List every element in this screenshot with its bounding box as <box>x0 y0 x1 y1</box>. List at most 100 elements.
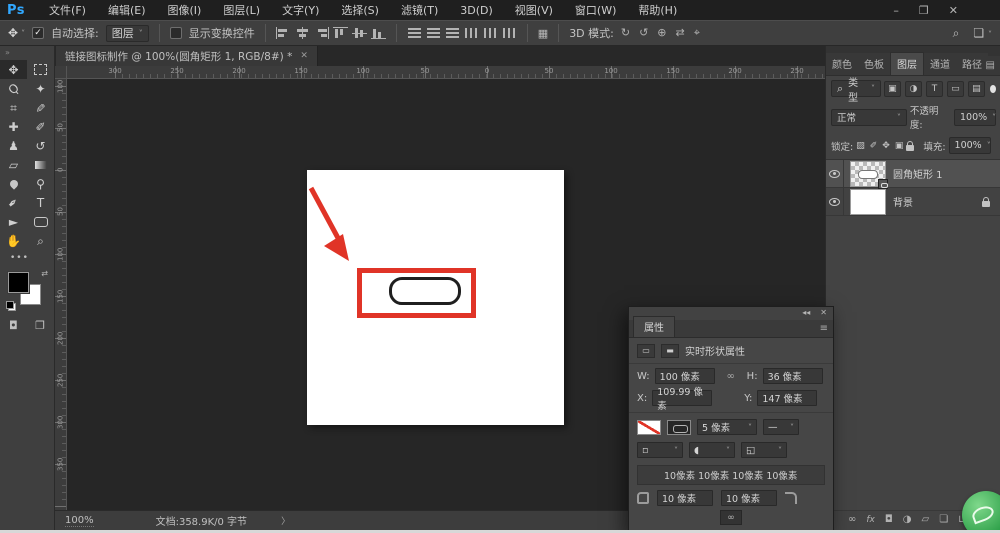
layer-thumbnail[interactable] <box>850 189 886 215</box>
filter-type-layers-icon[interactable]: T <box>926 81 943 97</box>
menu-item[interactable]: 文件(F) <box>38 2 97 18</box>
magic-wand-tool[interactable]: ✦ <box>27 79 54 98</box>
crop-tool[interactable]: ⌗ <box>0 98 27 117</box>
restore-button[interactable]: ❐ <box>919 4 929 17</box>
new-layer-icon[interactable]: ❏ <box>939 514 948 525</box>
move-tool-preset[interactable]: ✥ ˅ <box>8 26 25 40</box>
tab-properties[interactable]: 属性 <box>633 316 675 337</box>
top-right-radius-field[interactable]: 10 像素 <box>721 490 777 506</box>
lock-transparency-icon[interactable]: ▨ <box>856 141 865 151</box>
layer-name[interactable]: 背景 <box>893 194 982 209</box>
stroke-width-dropdown[interactable]: 5 像素 ˅ <box>697 419 757 435</box>
close-icon[interactable]: ✕ <box>300 51 308 61</box>
move-tool[interactable]: ✥ <box>0 60 27 79</box>
layer-name[interactable]: 圆角矩形 1 <box>893 166 1000 181</box>
stroke-type-dropdown[interactable]: — ˅ <box>763 419 799 435</box>
menu-item[interactable]: 3D(D) <box>449 4 504 17</box>
link-dimensions-icon[interactable]: ∞ <box>720 371 742 382</box>
close-button[interactable]: ✕ <box>949 4 958 17</box>
type-tool[interactable]: T <box>27 193 54 212</box>
path-selection-tool[interactable]: ► <box>0 212 27 231</box>
zoom-level-field[interactable]: 100% <box>65 515 94 527</box>
stroke-color-swatch[interactable] <box>667 420 691 435</box>
toolbar-collapse-icon[interactable]: » <box>0 46 54 60</box>
lock-paint-icon[interactable]: ✐ <box>870 141 878 151</box>
swap-colors-icon[interactable]: ⇄ <box>41 269 48 278</box>
lock-position-icon[interactable]: ✥ <box>882 141 890 151</box>
blend-mode-dropdown[interactable]: 正常 ˅ <box>831 109 907 126</box>
status-menu-arrow[interactable]: 〉 <box>281 514 290 527</box>
document-tab[interactable]: 链接图标制作 @ 100%(圆角矩形 1, RGB/8#) * ✕ <box>56 46 318 66</box>
tab-layers[interactable]: 图层 <box>890 52 924 75</box>
minimize-button[interactable]: – <box>893 4 899 17</box>
filter-pixel-layers-icon[interactable]: ▣ <box>884 81 901 97</box>
layer-thumbnail[interactable] <box>850 161 886 187</box>
tab-color[interactable]: 颜色 <box>826 53 858 75</box>
filter-adjustment-layers-icon[interactable]: ◑ <box>905 81 922 97</box>
width-field[interactable]: 100 像素 <box>655 368 715 384</box>
3d-roll-icon[interactable]: ↺ <box>639 26 648 40</box>
edit-toolbar-icon[interactable]: ••• <box>0 253 54 263</box>
layer-group-icon[interactable]: ▱ <box>922 514 930 525</box>
distribute-left-edges-icon[interactable] <box>464 27 479 39</box>
menu-item[interactable]: 图层(L) <box>212 2 271 18</box>
stroke-align-dropdown[interactable]: ▫ ˅ <box>637 442 683 458</box>
opacity-dropdown[interactable]: 100% ˅ <box>954 109 996 126</box>
lock-all-icon[interactable] <box>906 145 914 151</box>
marquee-tool[interactable] <box>27 60 54 79</box>
hand-tool[interactable]: ✋ <box>0 231 27 250</box>
tab-swatches[interactable]: 色板 <box>858 53 890 75</box>
link-layers-icon[interactable]: ∞ <box>848 514 856 525</box>
fill-dropdown[interactable]: 100% ˅ <box>949 137 991 154</box>
eyedropper-tool[interactable]: ✎ <box>27 98 54 117</box>
align-bottom-edges-icon[interactable] <box>371 27 386 39</box>
default-colors-icon[interactable] <box>6 301 16 311</box>
align-left-edges-icon[interactable] <box>276 27 291 39</box>
filter-type-dropdown[interactable]: ⌕ 类型 ˅ <box>831 80 881 97</box>
panel-menu-icon[interactable]: ≡ <box>820 323 828 334</box>
history-brush-tool[interactable]: ↺ <box>27 136 54 155</box>
menu-item[interactable]: 文字(Y) <box>271 2 330 18</box>
filter-shape-layers-icon[interactable]: ▭ <box>947 81 964 97</box>
align-top-edges-icon[interactable] <box>333 27 348 39</box>
panel-menu-icon[interactable]: ▤ <box>986 60 995 71</box>
height-field[interactable]: 36 像素 <box>763 368 823 384</box>
align-horizontal-centers-icon[interactable] <box>295 27 310 39</box>
y-field[interactable]: 147 像素 <box>757 390 817 406</box>
fill-color-swatch[interactable] <box>637 420 661 435</box>
menu-item[interactable]: 滤镜(T) <box>390 2 449 18</box>
layer-visibility-toggle[interactable] <box>826 160 844 187</box>
menu-item[interactable]: 视图(V) <box>504 2 564 18</box>
link-radius-values-icon[interactable]: ∞ <box>720 510 742 525</box>
stroke-caps-dropdown[interactable]: ◖ ˅ <box>689 442 735 458</box>
shape-tool[interactable] <box>27 212 54 231</box>
3d-rotate-icon[interactable]: ↻ <box>621 26 630 40</box>
clone-stamp-tool[interactable]: ♟ <box>0 136 27 155</box>
background-lock-icon[interactable] <box>982 201 990 207</box>
menu-item[interactable]: 选择(S) <box>330 2 390 18</box>
lasso-tool[interactable]: Ϙ <box>0 79 27 98</box>
top-left-radius-field[interactable]: 10 像素 <box>657 490 713 506</box>
screen-mode-icon[interactable]: ❐ <box>35 319 45 332</box>
menu-item[interactable]: 帮助(H) <box>627 2 688 18</box>
vertical-ruler[interactable]: 10050050100150200250300350 <box>55 79 67 510</box>
rounded-rectangle-shape[interactable] <box>389 277 461 305</box>
brush-tool[interactable]: ✐ <box>27 117 54 136</box>
quick-mask-icon[interactable]: ◘ <box>9 319 18 332</box>
horizontal-ruler[interactable]: 30025020015010050050100150200250 <box>67 66 825 79</box>
layer-mask-icon[interactable]: ◘ <box>885 514 893 525</box>
distribute-right-edges-icon[interactable] <box>502 27 517 39</box>
menu-item[interactable]: 图像(I) <box>157 2 213 18</box>
auto-select-target-dropdown[interactable]: 图层 ˅ <box>106 25 149 42</box>
auto-select-checkbox[interactable]: ✓ <box>32 27 44 39</box>
3d-drag-icon[interactable]: ⊕ <box>657 26 666 40</box>
auto-align-icon[interactable]: ▦ <box>538 27 548 40</box>
menu-item[interactable]: 窗口(W) <box>564 2 627 18</box>
tab-paths[interactable]: 路径 <box>956 53 988 75</box>
layer-row-background[interactable]: 背景 <box>826 188 1000 216</box>
dodge-tool[interactable]: ⚲ <box>27 174 54 193</box>
close-panel-icon[interactable]: ✕ <box>820 308 827 320</box>
align-right-edges-icon[interactable] <box>314 27 329 39</box>
distribute-horizontal-centers-icon[interactable] <box>483 27 498 39</box>
lock-artboard-icon[interactable]: ▣ <box>895 141 904 151</box>
